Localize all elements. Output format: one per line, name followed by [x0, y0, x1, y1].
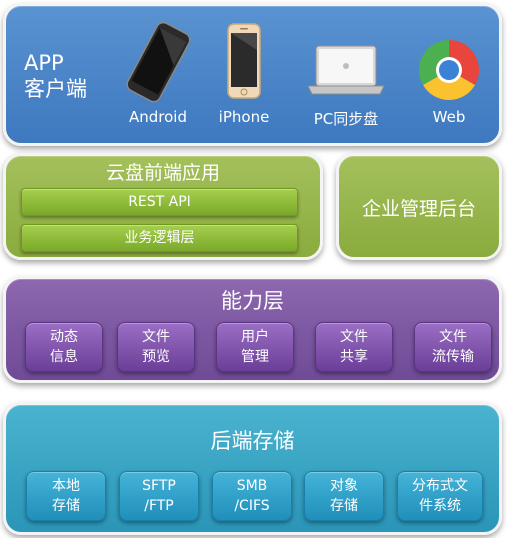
iphone-icon: [227, 23, 261, 99]
frontend-layer-panel: 云盘前端应用 REST API 业务逻辑层: [3, 153, 323, 260]
laptop-icon: [307, 45, 385, 95]
capability-tile-user-management: 用户 管理: [216, 322, 294, 372]
android-phone-icon: [126, 21, 191, 103]
business-logic-bar: 业务逻辑层: [21, 224, 298, 252]
storage-tile-distributed-fs: 分布式文 件系统: [397, 471, 483, 521]
capability-layer-panel: 能力层 动态 信息 文件 预览 用户 管理 文件 共享 文件 流传输: [3, 276, 502, 383]
storage-layer-title: 后端存储: [210, 429, 295, 453]
client-title-client: 客户端: [24, 77, 87, 101]
storage-layer-panel: 后端存储 本地 存储 SFTP /FTP SMB /CIFS 对象 存储 分布式…: [3, 402, 502, 535]
capability-tile-file-sharing: 文件 共享: [315, 322, 393, 372]
storage-tile-smb: SMB /CIFS: [212, 471, 292, 521]
capability-layer-title: 能力层: [221, 289, 284, 313]
client-layer-title: APP 客户端: [24, 50, 87, 102]
chrome-browser-icon: [419, 40, 479, 100]
device-label-pc-sync: PC同步盘: [313, 110, 379, 128]
storage-tile-local: 本地 存储: [26, 471, 106, 521]
device-label-iphone: iPhone: [218, 108, 270, 126]
capability-tile-file-streaming: 文件 流传输: [414, 322, 492, 372]
client-title-app: APP: [24, 51, 64, 75]
device-iphone: iPhone: [196, 20, 292, 126]
client-layer-panel: APP 客户端 Android iPhone PC同步盘 Web: [3, 3, 502, 146]
admin-layer-title: 企业管理后台: [361, 198, 476, 220]
capability-tile-file-preview: 文件 预览: [117, 322, 195, 372]
device-label-android: Android: [129, 108, 187, 126]
storage-tile-sftp: SFTP /FTP: [119, 471, 199, 521]
device-web: Web: [401, 20, 497, 126]
storage-tile-object: 对象 存储: [304, 471, 384, 521]
admin-layer-panel: 企业管理后台: [336, 153, 502, 260]
capability-tile-activity-info: 动态 信息: [25, 322, 103, 372]
device-android: Android: [110, 20, 206, 126]
device-pc-sync: PC同步盘: [298, 20, 394, 129]
rest-api-bar: REST API: [21, 188, 298, 216]
frontend-layer-title: 云盘前端应用: [105, 162, 220, 184]
device-label-web: Web: [432, 108, 466, 126]
